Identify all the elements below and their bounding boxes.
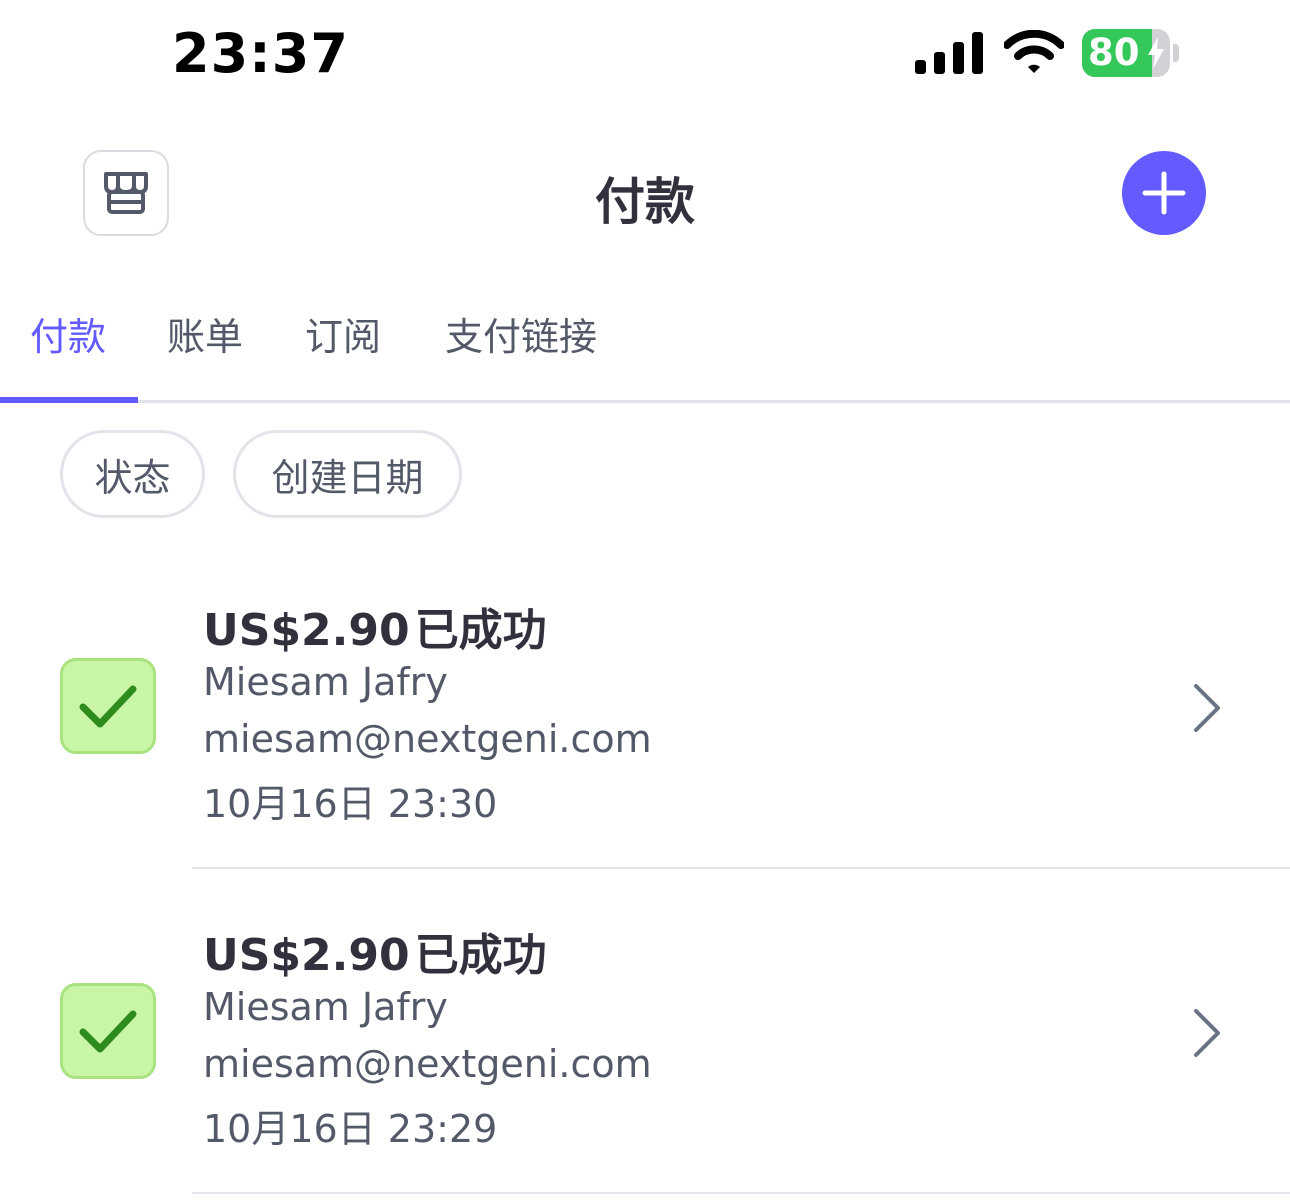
- tab-subscriptions[interactable]: 订阅: [305, 306, 381, 361]
- signal-icon: [915, 32, 983, 74]
- store-button[interactable]: [83, 150, 169, 236]
- filter-status-chip[interactable]: 状态: [60, 430, 205, 518]
- customer-name: Miesam Jafry: [203, 985, 448, 1029]
- check-icon: [79, 685, 137, 728]
- battery-body: 80: [1082, 29, 1170, 77]
- tab-payment-links[interactable]: 支付链接: [445, 306, 597, 361]
- payment-amount: US$2.90: [203, 930, 410, 981]
- plus-icon: [1142, 171, 1186, 215]
- success-status-icon: [60, 983, 156, 1079]
- battery-level: 80: [1088, 31, 1140, 74]
- chevron-right-icon: [1194, 1009, 1220, 1057]
- tab-payments[interactable]: 付款: [30, 306, 106, 361]
- customer-name: Miesam Jafry: [203, 660, 448, 704]
- payment-amount: US$2.90: [203, 605, 410, 656]
- check-icon: [79, 1010, 137, 1053]
- tab-bar: 付款 账单 订阅 支付链接: [0, 300, 1290, 404]
- payment-amount-line: US$2.90 已成功: [203, 919, 547, 983]
- success-status-icon: [60, 658, 156, 754]
- status-bar: 23:37 80: [0, 0, 1290, 110]
- status-time: 23:37: [172, 22, 349, 85]
- bolt-icon: [1148, 37, 1164, 69]
- wifi-icon: [1004, 30, 1064, 73]
- active-tab-indicator: [0, 397, 138, 403]
- payment-status: 已成功: [414, 605, 547, 656]
- battery-cap: [1173, 44, 1179, 62]
- add-payment-button[interactable]: [1122, 151, 1206, 235]
- payments-screen: 23:37 80 付款 付款 账单 订阅 支付链接 状态 创建日期 US$2.9…: [0, 0, 1290, 1200]
- tab-divider: [0, 400, 1290, 403]
- payment-row[interactable]: US$2.90 已成功 Miesam Jafry miesam@nextgeni…: [0, 885, 1290, 1200]
- payment-date: 10月16日 23:30: [203, 782, 498, 826]
- row-divider: [192, 867, 1290, 869]
- filter-created-date-chip[interactable]: 创建日期: [233, 430, 462, 518]
- payment-date: 10月16日 23:29: [203, 1107, 498, 1151]
- store-icon: [104, 172, 148, 214]
- customer-email: miesam@nextgeni.com: [203, 717, 652, 761]
- payment-row[interactable]: US$2.90 已成功 Miesam Jafry miesam@nextgeni…: [0, 560, 1290, 884]
- payment-amount-line: US$2.90 已成功: [203, 594, 547, 658]
- battery-charging-icon: 80: [1082, 29, 1180, 77]
- customer-email: miesam@nextgeni.com: [203, 1042, 652, 1086]
- payment-status: 已成功: [414, 930, 547, 981]
- tab-invoices[interactable]: 账单: [167, 306, 243, 361]
- row-divider: [192, 1192, 1290, 1194]
- chevron-right-icon: [1194, 684, 1220, 732]
- page-title: 付款: [595, 173, 695, 231]
